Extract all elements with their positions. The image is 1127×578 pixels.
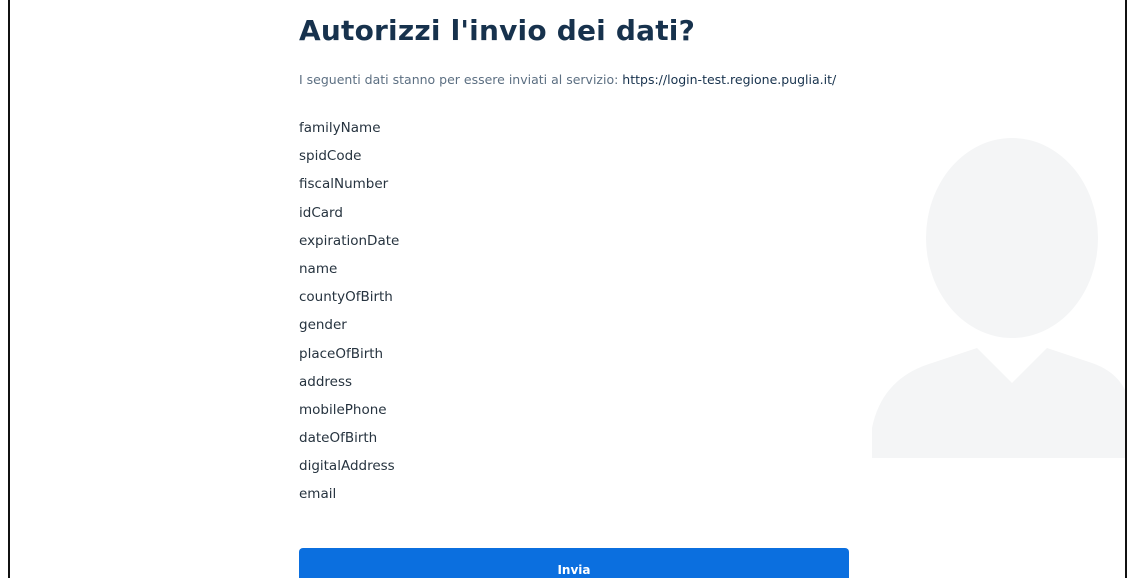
attribute-item: countyOfBirth — [299, 289, 393, 306]
submit-button[interactable]: Invia — [299, 548, 849, 578]
attribute-item: gender — [299, 317, 347, 334]
service-url: https://login-test.regione.puglia.it/ — [622, 72, 837, 87]
attribute-item: address — [299, 373, 353, 390]
page-frame: Autorizzi l'invio dei dati? I seguenti d… — [8, 0, 1127, 578]
attribute-item: familyName — [299, 120, 381, 136]
attribute-item: spidCode — [299, 148, 362, 165]
attribute-item: mobilePhone — [299, 401, 387, 418]
attribute-item: placeOfBirth — [299, 345, 384, 362]
user-silhouette-icon — [872, 138, 1125, 458]
attribute-item: email — [299, 486, 337, 503]
attribute-item: expirationDate — [299, 232, 400, 249]
attribute-item: digitalAddress — [299, 458, 395, 475]
attribute-item: name — [299, 260, 338, 277]
attribute-item: fiscalNumber — [299, 176, 389, 193]
consent-description-text: I seguenti dati stanno per essere inviat… — [299, 72, 623, 87]
attribute-item: dateOfBirth — [299, 430, 378, 447]
consent-description: I seguenti dati stanno per essere inviat… — [299, 72, 836, 87]
attribute-item: idCard — [299, 204, 343, 221]
attribute-list: familyName spidCode fiscalNumber idCard … — [299, 118, 399, 513]
page-title: Autorizzi l'invio dei dati? — [299, 14, 696, 47]
